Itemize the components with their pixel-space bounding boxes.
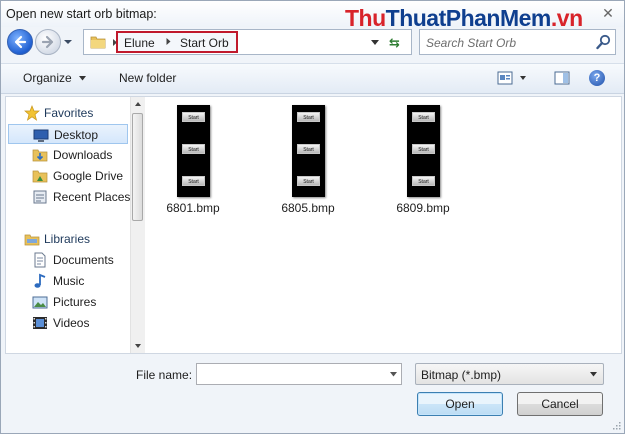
chevron-down-icon[interactable] [79,76,86,81]
navigation-bar: Elune Start Orb ⇆ [1,27,624,61]
command-bar: Organize New folder ? [1,63,624,94]
file-name-label: File name: [136,368,193,382]
nav-group-favorites[interactable]: Favorites [6,103,130,123]
navigation-pane: Favorites Desktop Downloads Google Drive… [6,97,130,353]
nav-item-label: Documents [53,253,114,267]
nav-group-label: Libraries [44,232,91,246]
file-name: 6801.bmp [166,201,220,215]
file-thumbnail: Start Start Start [292,105,325,197]
nav-item-downloads[interactable]: Downloads [6,145,130,165]
nav-pane-scrollbar[interactable] [130,97,145,353]
file-item[interactable]: Start Start Start 6801.bmp [148,103,238,215]
chevron-down-icon[interactable] [371,40,379,46]
documents-icon [34,252,46,268]
open-button[interactable]: Open [417,392,503,416]
help-icon[interactable]: ? [589,70,605,86]
search-icon[interactable] [596,34,611,50]
nav-item-label: Downloads [53,148,113,162]
star-icon [24,105,40,121]
nav-item-recent-places[interactable]: Recent Places [6,187,130,207]
orb-preview-label: Start [297,112,320,122]
nav-item-pictures[interactable]: Pictures [6,292,130,312]
file-list: Start Start Start 6801.bmp Start Start S… [146,97,621,353]
file-name-input[interactable] [200,366,380,382]
main-area: Favorites Desktop Downloads Google Drive… [5,96,622,354]
arrow-left-icon [14,35,27,49]
orb-preview-label: Start [297,144,320,154]
file-name: 6805.bmp [281,201,335,215]
orb-preview-label: Start [412,112,435,122]
nav-group-label: Favorites [44,106,94,120]
file-type-value: Bitmap (*.bmp) [421,368,502,382]
arrow-right-icon [41,35,54,49]
address-bar[interactable]: Elune Start Orb ⇆ [83,29,412,55]
nav-item-desktop[interactable]: Desktop [8,124,128,144]
file-name: 6809.bmp [396,201,450,215]
chevron-down-icon[interactable] [520,76,526,81]
new-folder-button[interactable]: New folder [119,71,176,85]
nav-item-music[interactable]: Music [6,271,130,291]
nav-item-label: Music [53,274,85,288]
file-thumbnail: Start Start Start [177,105,210,197]
preview-pane-icon[interactable] [554,71,570,85]
forward-button[interactable] [35,29,61,55]
nav-item-label: Desktop [54,128,99,142]
search-box[interactable] [419,29,616,55]
file-item[interactable]: Start Start Start 6809.bmp [378,103,468,215]
videos-icon [33,317,47,329]
nav-item-videos[interactable]: Videos [6,313,130,333]
resize-grip-icon[interactable] [611,420,621,430]
music-note-icon [34,273,46,288]
file-type-select[interactable]: Bitmap (*.bmp) [415,363,604,385]
google-drive-folder-icon [32,170,48,183]
recent-pages-dropdown-icon[interactable] [63,38,73,46]
pictures-icon [32,296,48,309]
breadcrumb-item-start-orb[interactable]: Start Orb [180,35,229,51]
downloads-folder-icon [32,149,48,162]
file-thumbnail: Start Start Start [407,105,440,197]
dialog-footer: File name: Bitmap (*.bmp) Open Cancel [1,355,624,433]
close-icon[interactable]: ✕ [598,5,618,22]
window-title: Open new start orb bitmap: [6,7,157,21]
breadcrumb-item-elune[interactable]: Elune [124,35,155,51]
recent-places-icon [33,190,47,204]
organize-button[interactable]: Organize [23,71,72,85]
nav-item-label: Recent Places [53,190,130,204]
search-input[interactable] [426,35,586,51]
orb-preview-label: Start [182,112,205,122]
chevron-down-icon[interactable] [590,372,597,377]
scroll-up-icon[interactable] [131,97,145,111]
file-item[interactable]: Start Start Start 6805.bmp [263,103,353,215]
scrollbar-thumb[interactable] [132,113,143,221]
libraries-icon [24,234,40,246]
chevron-down-icon[interactable] [390,372,397,377]
nav-item-documents[interactable]: Documents [6,250,130,270]
title-bar: Open new start orb bitmap: ThuThuatPhanM… [1,1,624,31]
nav-group-libraries[interactable]: Libraries [6,229,130,249]
change-view-icon[interactable] [497,71,513,85]
orb-preview-label: Start [182,176,205,186]
scroll-down-icon[interactable] [131,339,145,353]
nav-item-label: Google Drive [53,169,124,183]
orb-preview-label: Start [297,176,320,186]
orb-preview-label: Start [182,144,205,154]
folder-icon [90,36,106,49]
desktop-icon [33,129,49,142]
nav-item-label: Pictures [53,295,97,309]
file-name-combobox[interactable] [196,363,402,385]
chevron-right-icon[interactable] [165,37,172,46]
refresh-icon[interactable]: ⇆ [389,35,405,51]
cancel-button[interactable]: Cancel [517,392,603,416]
orb-preview-label: Start [412,176,435,186]
nav-item-google-drive[interactable]: Google Drive [6,166,130,186]
orb-preview-label: Start [412,144,435,154]
open-file-dialog: Open new start orb bitmap: ThuThuatPhanM… [0,0,625,434]
breadcrumb: Elune Start Orb [116,31,238,53]
back-button[interactable] [7,29,33,55]
nav-item-label: Videos [53,316,90,330]
